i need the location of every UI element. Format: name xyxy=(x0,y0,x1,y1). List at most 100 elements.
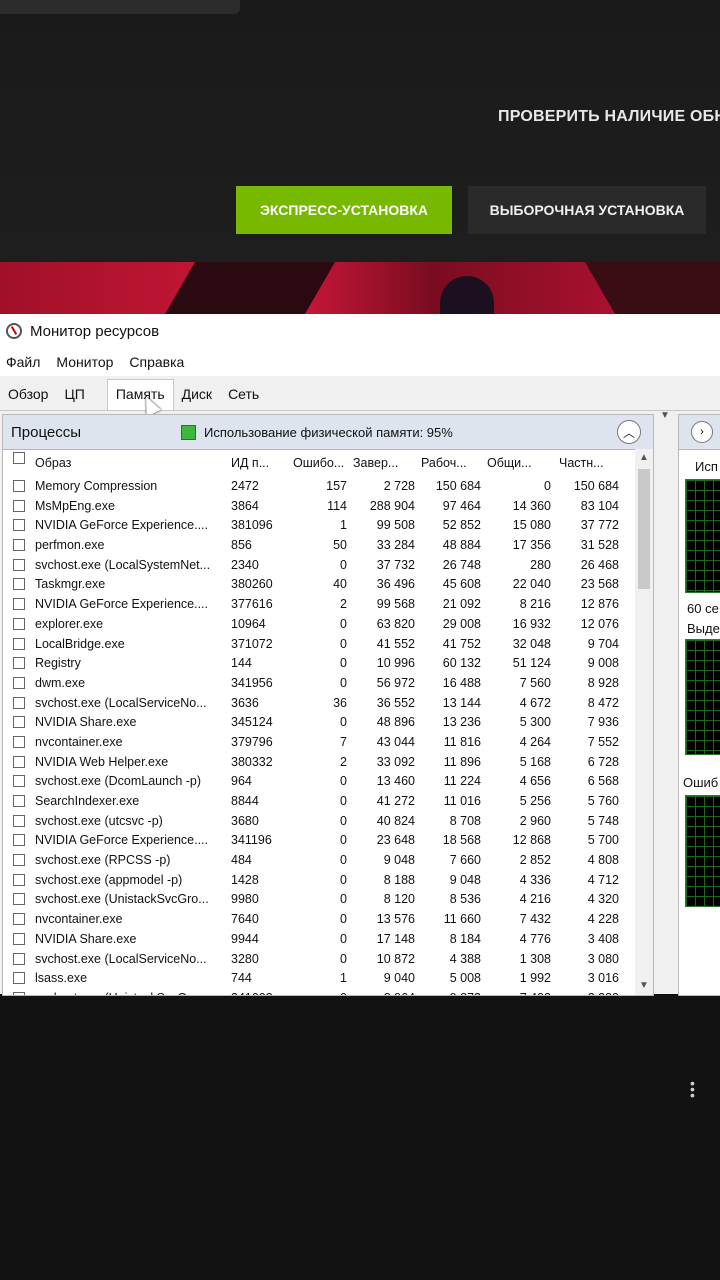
table-row[interactable]: NVIDIA GeForce Experience.... 381096 1 99 5… xyxy=(3,516,635,536)
scroll-up-icon[interactable]: ▲ xyxy=(635,449,653,467)
tab-memory[interactable]: Память xyxy=(106,379,174,410)
row-checkbox[interactable] xyxy=(13,716,25,729)
panel-splitter-icon[interactable]: ▼ xyxy=(660,410,670,421)
table-row[interactable]: NVIDIA GeForce Experience.... 377616 2 99 5… xyxy=(3,595,635,615)
table-row[interactable]: perfmon.exe 856 50 33 284 48 884 17 356 31 528 xyxy=(3,536,635,556)
more-options-icon[interactable]: • • • xyxy=(690,1076,695,1102)
table-row[interactable]: NVIDIA GeForce Experience.... 341196 0 23 6… xyxy=(3,831,635,851)
processes-panel-header[interactable]: Процессы Использование физической памяти… xyxy=(3,415,653,450)
column-header-private[interactable]: Частн...﹀ xyxy=(559,456,619,470)
process-private: 2 380 xyxy=(559,991,619,995)
row-checkbox[interactable] xyxy=(13,735,25,748)
row-checkbox[interactable] xyxy=(13,854,25,867)
scroll-down-icon[interactable]: ▼ xyxy=(635,977,653,995)
expand-side-panel-icon[interactable]: › xyxy=(691,421,713,443)
table-row[interactable]: svchost.exe (UnistackSvcGro... 341008 0 8 9… xyxy=(3,989,635,995)
row-checkbox[interactable] xyxy=(13,913,25,926)
row-checkbox[interactable] xyxy=(13,972,25,985)
column-header-pid[interactable]: ИД п... xyxy=(231,456,287,470)
row-checkbox[interactable] xyxy=(13,657,25,670)
table-row[interactable]: Memory Compression 2472 157 2 728 150 684 0 15… xyxy=(3,477,635,497)
express-install-button[interactable]: ЭКСПРЕСС-УСТАНОВКА xyxy=(236,186,452,234)
table-row[interactable]: svchost.exe (utcsvc -p) 3680 0 40 824 8 708 2… xyxy=(3,812,635,832)
row-checkbox[interactable] xyxy=(13,893,25,906)
process-private: 7 936 xyxy=(587,715,619,730)
row-checkbox[interactable] xyxy=(13,991,25,995)
process-name: LocalBridge.exe xyxy=(35,636,125,651)
row-checkbox[interactable] xyxy=(13,795,25,807)
process-hard-faults: 2 xyxy=(340,597,347,612)
table-row[interactable]: svchost.exe (appmodel -p) 1428 0 8 188 9 048… xyxy=(3,871,635,891)
table-row[interactable]: lsass.exe 744 1 9 040 5 008 1 992 3 016 xyxy=(3,969,635,989)
table-row[interactable]: SearchIndexer.exe 8844 0 41 272 11 016 5 256 5… xyxy=(3,792,635,812)
row-checkbox[interactable] xyxy=(13,499,25,512)
table-row[interactable]: svchost.exe (LocalServiceNo... 3636 36 36 5… xyxy=(3,694,635,714)
select-all-checkbox[interactable] xyxy=(13,452,25,464)
table-row[interactable]: nvcontainer.exe 7640 0 13 576 11 660 7 432 4 2… xyxy=(3,910,635,930)
collapse-button[interactable]: ︿ xyxy=(617,420,641,444)
process-working-set: 16 488 xyxy=(442,675,481,690)
column-header-working-set[interactable]: Рабоч... xyxy=(421,456,481,470)
table-row[interactable]: nvcontainer.exe 379796 7 43 044 11 816 4 264 7… xyxy=(3,733,635,753)
row-checkbox[interactable] xyxy=(13,952,25,965)
row-checkbox[interactable] xyxy=(13,932,25,945)
table-row[interactable]: svchost.exe (LocalSystemNet... 2340 0 37 73… xyxy=(3,556,635,576)
process-name: NVIDIA GeForce Experience.... xyxy=(35,518,208,533)
table-row[interactable]: svchost.exe (LocalServiceNo... 3280 0 10 87… xyxy=(3,950,635,970)
row-checkbox[interactable] xyxy=(13,755,25,768)
row-checkbox[interactable] xyxy=(13,814,25,827)
menu-help[interactable]: Справка xyxy=(129,354,184,370)
menu-monitor[interactable]: Монитор xyxy=(56,354,113,370)
process-private: 37 772 xyxy=(580,518,619,533)
table-row[interactable]: NVIDIA Share.exe 345124 0 48 896 13 236 5 300… xyxy=(3,713,635,733)
row-checkbox[interactable] xyxy=(13,617,25,630)
vertical-scrollbar[interactable]: ▲ ▼ xyxy=(635,449,653,995)
table-row[interactable]: NVIDIA Share.exe 9944 0 17 148 8 184 4 776 3 4… xyxy=(3,930,635,950)
custom-install-button[interactable]: ВЫБОРОЧНАЯ УСТАНОВКА xyxy=(468,186,706,234)
row-checkbox[interactable] xyxy=(13,578,25,591)
process-name: SearchIndexer.exe xyxy=(35,794,140,808)
process-pid: 380332 xyxy=(231,754,273,769)
table-row[interactable]: Registry 144 0 10 996 60 132 51 124 9 008 xyxy=(3,654,635,674)
column-header-commit[interactable]: Завер... xyxy=(353,456,415,470)
process-private: 9 704 xyxy=(587,636,619,651)
process-commit: 17 148 xyxy=(376,931,415,946)
row-checkbox[interactable] xyxy=(13,834,25,847)
row-checkbox[interactable] xyxy=(13,539,25,552)
process-hard-faults: 114 xyxy=(327,498,347,513)
row-checkbox[interactable] xyxy=(13,696,25,709)
table-row[interactable]: svchost.exe (UnistackSvcGro... 9980 0 8 120… xyxy=(3,890,635,910)
table-row[interactable]: svchost.exe (DcomLaunch -p) 964 0 13 460 11 … xyxy=(3,772,635,792)
column-header-name[interactable]: Образ xyxy=(35,456,227,470)
tab-network[interactable]: Сеть xyxy=(220,386,267,410)
row-checkbox[interactable] xyxy=(13,558,25,571)
row-checkbox[interactable] xyxy=(13,519,25,532)
row-checkbox[interactable] xyxy=(13,775,25,788)
row-checkbox[interactable] xyxy=(13,598,25,611)
table-row[interactable]: svchost.exe (RPCSS -p) 484 0 9 048 7 660 2 85… xyxy=(3,851,635,871)
check-updates-link[interactable]: ПРОВЕРИТЬ НАЛИЧИЕ ОБНОВ xyxy=(498,108,720,126)
tab-disk[interactable]: Диск xyxy=(174,386,220,410)
table-row[interactable]: Taskmgr.exe 380260 40 36 496 45 608 22 040 23 … xyxy=(3,575,635,595)
process-working-set: 11 660 xyxy=(443,912,481,927)
table-row[interactable]: MsMpEng.exe 3864 114 288 904 97 464 14 360 83 … xyxy=(3,497,635,517)
table-row[interactable]: explorer.exe 10964 0 63 820 29 008 16 932 12 0… xyxy=(3,615,635,635)
tab-cpu[interactable]: ЦП xyxy=(56,386,92,410)
row-checkbox[interactable] xyxy=(13,480,25,492)
column-header-shareable[interactable]: Общи... xyxy=(487,456,551,470)
process-working-set: 9 872 xyxy=(421,991,481,995)
row-checkbox[interactable] xyxy=(13,676,25,689)
graphs-side-panel: › Исп 60 се Выде Ошиб xyxy=(678,414,720,996)
column-header-hard-faults[interactable]: Ошибо... xyxy=(293,456,347,470)
memory-usage-text: Использование физической памяти: 95% xyxy=(204,424,453,440)
scrollbar-thumb[interactable] xyxy=(638,469,650,589)
row-checkbox[interactable] xyxy=(13,637,25,650)
table-row[interactable]: dwm.exe 341956 0 56 972 16 488 7 560 8 928 xyxy=(3,674,635,694)
table-row[interactable]: LocalBridge.exe 371072 0 41 552 41 752 32 048… xyxy=(3,635,635,655)
tab-overview[interactable]: Обзор xyxy=(0,386,56,410)
process-working-set: 21 092 xyxy=(442,597,481,612)
menu-file[interactable]: Файл xyxy=(6,354,40,370)
table-row[interactable]: NVIDIA Web Helper.exe 380332 2 33 092 11 896… xyxy=(3,753,635,773)
row-checkbox[interactable] xyxy=(13,873,25,886)
process-hard-faults: 0 xyxy=(340,675,347,690)
